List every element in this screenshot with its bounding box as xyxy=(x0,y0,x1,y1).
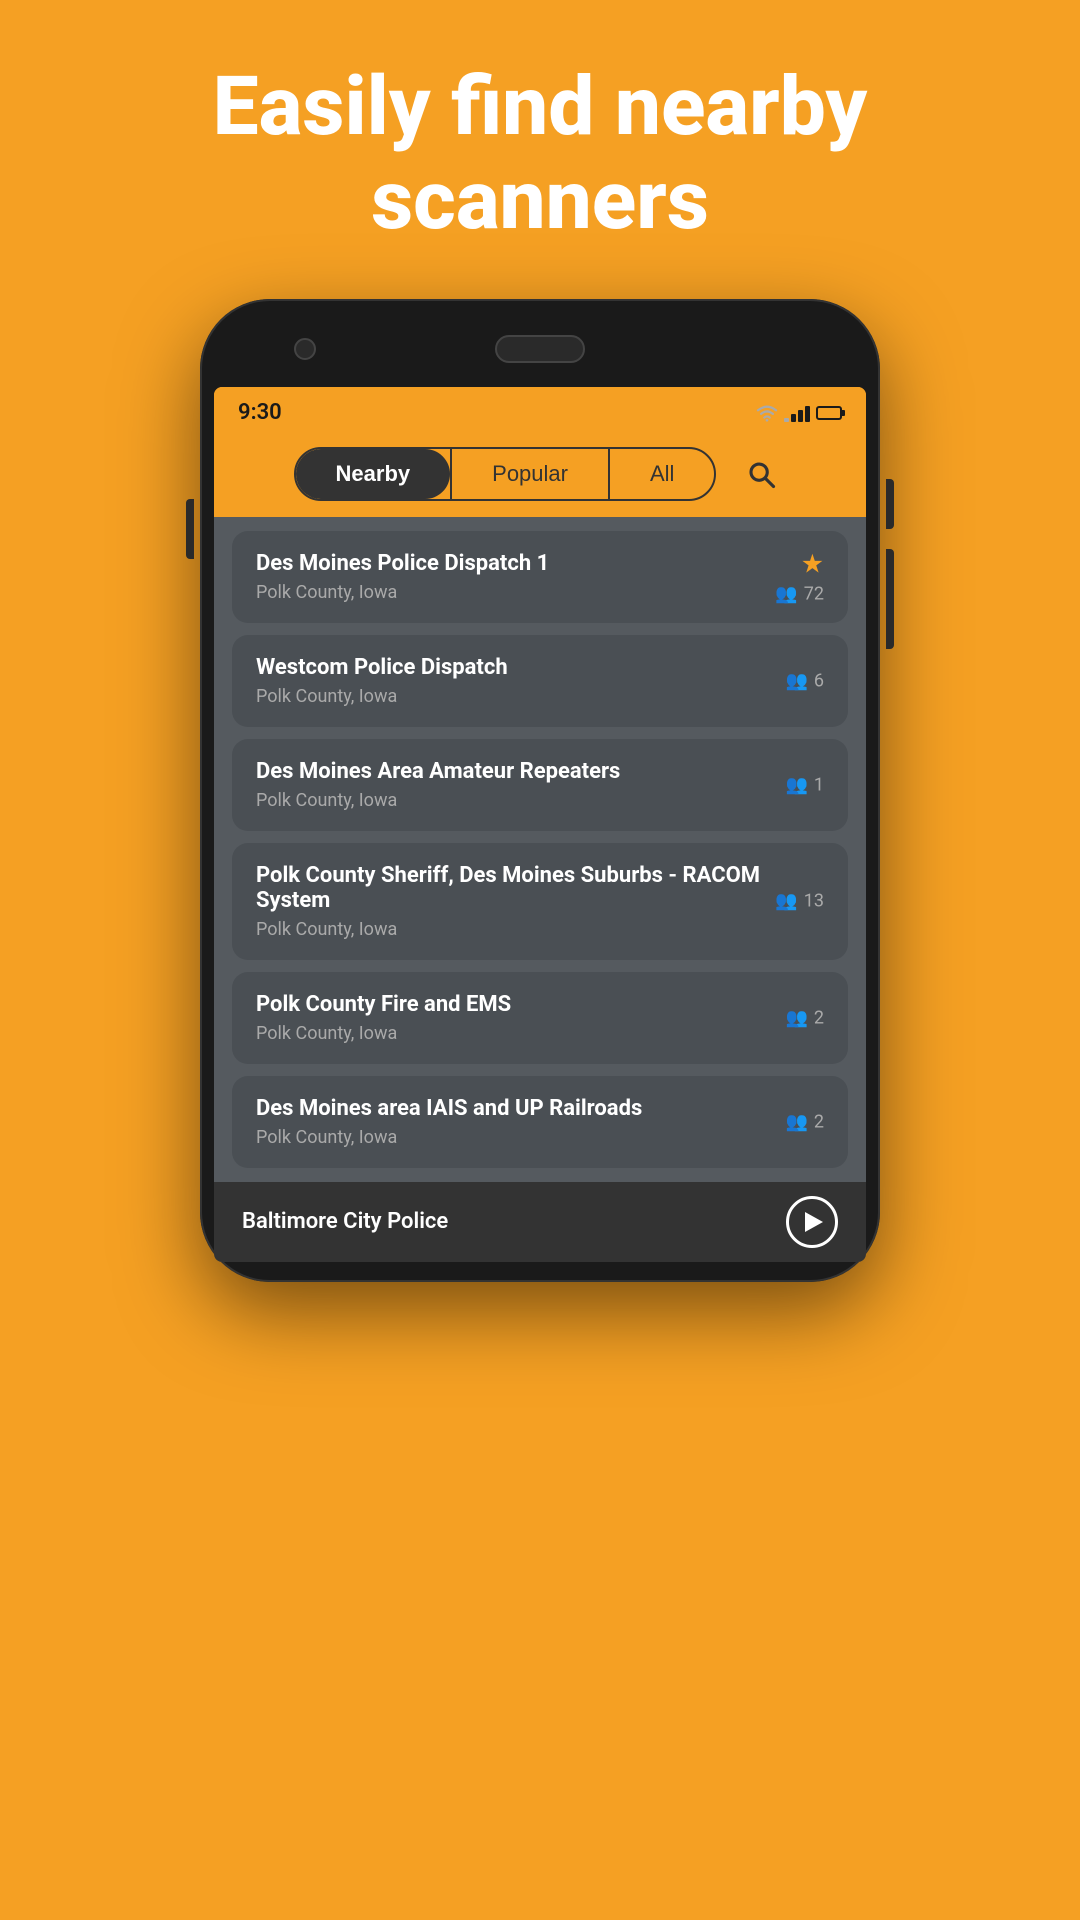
search-button[interactable] xyxy=(736,449,786,499)
tab-group: Nearby Popular All xyxy=(294,447,717,501)
volume-button xyxy=(186,499,194,559)
listener-count-4: 👥 13 xyxy=(775,891,824,912)
scanner-item-1[interactable]: Des Moines Police Dispatch 1 Polk County… xyxy=(232,531,848,623)
status-icons xyxy=(756,404,842,422)
scanner-title-2: Westcom Police Dispatch xyxy=(256,655,824,680)
people-icon-2: 👥 xyxy=(785,670,807,691)
front-camera xyxy=(294,338,316,360)
people-icon-1: 👥 xyxy=(775,583,797,604)
count-2: 6 xyxy=(814,670,824,691)
hero-line1: Easily find nearby xyxy=(213,59,868,155)
scanner-meta-3: 👥 1 xyxy=(785,774,824,795)
phone-shell: 9:30 xyxy=(200,299,880,1282)
signal-bar-3 xyxy=(798,410,803,422)
people-icon-3: 👥 xyxy=(785,774,807,795)
now-playing-bar[interactable]: Baltimore City Police xyxy=(214,1182,866,1262)
now-playing-title: Baltimore City Police xyxy=(242,1209,448,1234)
earpiece-speaker xyxy=(495,335,585,363)
signal-bar-2 xyxy=(791,414,796,422)
listener-count-6: 👥 2 xyxy=(785,1111,824,1132)
count-5: 2 xyxy=(814,1007,824,1028)
scanner-title-1: Des Moines Police Dispatch 1 xyxy=(256,551,824,576)
scanner-subtitle-4: Polk County, Iowa xyxy=(256,919,824,940)
status-time: 9:30 xyxy=(238,400,282,425)
scanner-meta-6: 👥 2 xyxy=(785,1111,824,1132)
tab-bar: Nearby Popular All xyxy=(214,435,866,517)
wifi-icon xyxy=(756,404,778,422)
scanner-subtitle-2: Polk County, Iowa xyxy=(256,686,824,707)
signal-bars xyxy=(784,404,810,422)
scanner-subtitle-6: Polk County, Iowa xyxy=(256,1127,824,1148)
status-bar: 9:30 xyxy=(214,387,866,435)
count-1: 72 xyxy=(804,583,824,604)
volume-down-button xyxy=(886,549,894,649)
hero-text: Easily find nearby scanners xyxy=(0,0,1080,289)
count-3: 1 xyxy=(814,774,824,795)
search-icon xyxy=(746,459,776,489)
people-icon-6: 👥 xyxy=(785,1111,807,1132)
scanner-title-6: Des Moines area IAIS and UP Railroads xyxy=(256,1096,824,1121)
scanner-subtitle-1: Polk County, Iowa xyxy=(256,582,824,603)
people-icon-4: 👥 xyxy=(775,891,797,912)
listener-count-3: 👥 1 xyxy=(785,774,824,795)
scanner-subtitle-3: Polk County, Iowa xyxy=(256,790,824,811)
count-4: 13 xyxy=(804,891,824,912)
scanner-meta-5: 👥 2 xyxy=(785,1007,824,1028)
battery-icon xyxy=(816,406,842,420)
play-icon xyxy=(805,1212,823,1232)
phone-screen: 9:30 xyxy=(214,387,866,1262)
scanner-subtitle-5: Polk County, Iowa xyxy=(256,1023,824,1044)
scanner-list: Des Moines Police Dispatch 1 Polk County… xyxy=(214,517,866,1182)
tab-popular[interactable]: Popular xyxy=(452,449,608,499)
battery-fill xyxy=(819,409,831,417)
scanner-title-3: Des Moines Area Amateur Repeaters xyxy=(256,759,824,784)
phone-top-bar xyxy=(214,319,866,379)
phone-mockup: 9:30 xyxy=(200,299,880,1282)
count-6: 2 xyxy=(814,1111,824,1132)
play-button[interactable] xyxy=(786,1196,838,1248)
listener-count-1: 👥 72 xyxy=(775,583,824,604)
power-button xyxy=(886,479,894,529)
hero-line2: scanners xyxy=(371,153,709,249)
signal-bar-4 xyxy=(805,406,810,422)
tab-nearby[interactable]: Nearby xyxy=(296,449,451,499)
scanner-title-4: Polk County Sheriff, Des Moines Suburbs … xyxy=(256,863,824,913)
star-icon-1: ★ xyxy=(801,549,824,579)
signal-bar-1 xyxy=(784,418,789,422)
scanner-item-2[interactable]: Westcom Police Dispatch Polk County, Iow… xyxy=(232,635,848,727)
listener-count-2: 👥 6 xyxy=(785,670,824,691)
scanner-item-4[interactable]: Polk County Sheriff, Des Moines Suburbs … xyxy=(232,843,848,960)
tab-all[interactable]: All xyxy=(610,449,714,499)
scanner-item-5[interactable]: Polk County Fire and EMS Polk County, Io… xyxy=(232,972,848,1064)
people-icon-5: 👥 xyxy=(785,1007,807,1028)
scanner-title-5: Polk County Fire and EMS xyxy=(256,992,824,1017)
scanner-meta-4: 👥 13 xyxy=(775,891,824,912)
scanner-item-6[interactable]: Des Moines area IAIS and UP Railroads Po… xyxy=(232,1076,848,1168)
scanner-meta-2: 👥 6 xyxy=(785,670,824,691)
scanner-item-3[interactable]: Des Moines Area Amateur Repeaters Polk C… xyxy=(232,739,848,831)
scanner-meta-1: ★ 👥 72 xyxy=(775,549,824,604)
listener-count-5: 👥 2 xyxy=(785,1007,824,1028)
